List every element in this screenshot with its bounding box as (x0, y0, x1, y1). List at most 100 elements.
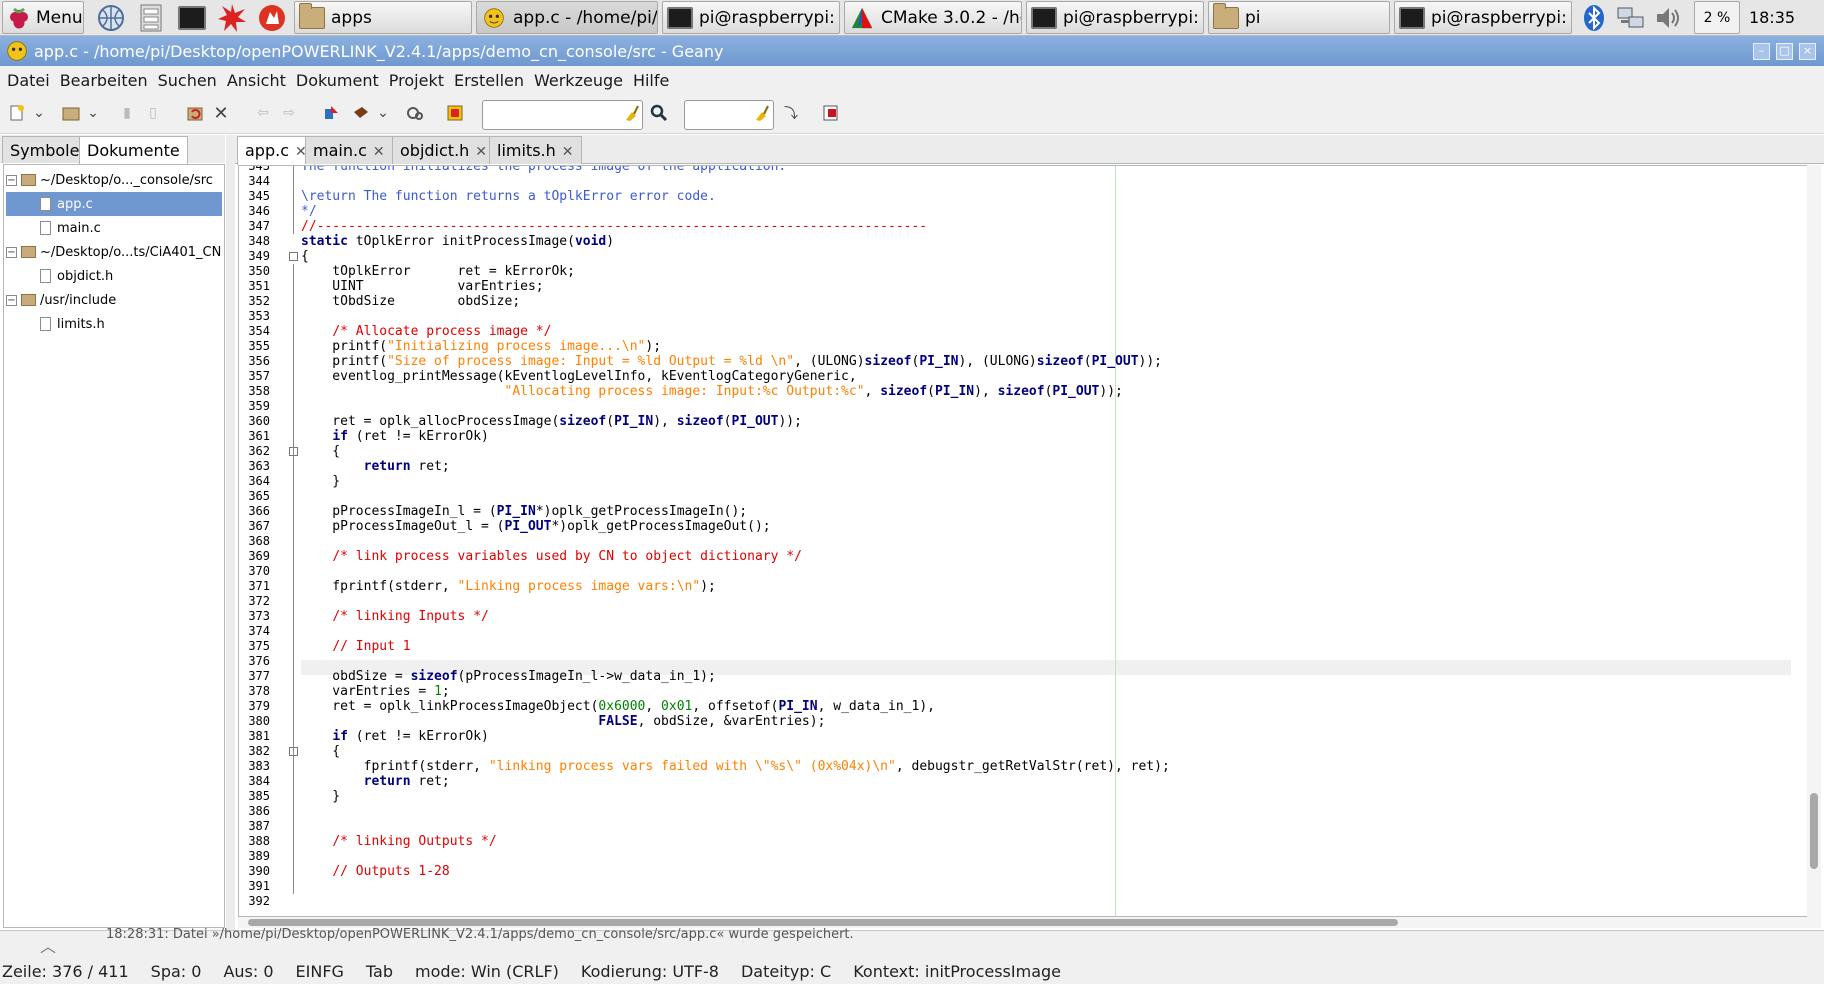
scrollbar-thumb[interactable] (1810, 793, 1818, 869)
clear-search-button[interactable] (620, 102, 642, 124)
code-line: { (301, 444, 340, 459)
forward-button[interactable]: ⇨ (278, 102, 300, 124)
burst-launcher[interactable] (214, 2, 250, 33)
new-file-button[interactable] (6, 102, 28, 124)
code-token: ) (606, 234, 615, 249)
save-all-button[interactable]: ▯ (142, 102, 164, 124)
menu-button[interactable]: Menu (2, 1, 84, 34)
sidebar-tabs: Symbole Dokumente (0, 135, 225, 164)
doc-tab[interactable]: objdict.h ✕ (392, 136, 496, 164)
code-editor[interactable]: 343 344 345 346 347 348 349 350 351 352 353 354 355 3… (238, 165, 1821, 917)
network-tray[interactable] (1614, 2, 1648, 33)
taskbar-item-geany[interactable]: app.c - /home/pi/D... (476, 1, 658, 34)
open-file-button[interactable] (60, 102, 82, 124)
menu-bearbeiten[interactable]: Bearbeiten (60, 71, 148, 90)
clock[interactable]: 18:35 (1744, 2, 1800, 33)
tree-file[interactable]: main.c (6, 216, 222, 240)
menu-erstellen[interactable]: Erstellen (454, 71, 524, 90)
bluetooth-tray[interactable] (1580, 2, 1608, 33)
pane-splitter[interactable] (226, 135, 235, 930)
close-file-button[interactable]: ✕ (210, 102, 232, 124)
code-line: UINT varEntries; (301, 279, 543, 294)
build-dropdown[interactable]: ⌄ (376, 102, 390, 124)
tab-dokumente[interactable]: Dokumente (79, 136, 188, 164)
code-token: obdSize = (301, 669, 411, 684)
taskbar-item-terminal-1[interactable]: pi@raspberrypi: ~/... (662, 1, 840, 34)
compile-button[interactable] (320, 102, 342, 124)
menu-werkzeuge[interactable]: Werkzeuge (534, 71, 623, 90)
line-number: 352 (248, 294, 270, 308)
taskbar-item-apps[interactable]: apps (294, 1, 472, 34)
code-token: "Allocating process image: Input:%c Outp… (504, 384, 865, 399)
code-token: , obdSize, &varEntries); (637, 714, 826, 729)
collapse-icon[interactable]: − (6, 246, 17, 258)
line-number: 377 (248, 669, 270, 683)
line-number: 362 (248, 444, 270, 458)
maximize-button[interactable]: □ (1776, 43, 1793, 60)
close-tab-icon[interactable]: ✕ (562, 144, 574, 160)
collapse-icon[interactable]: − (6, 174, 17, 186)
close-tab-icon[interactable]: ✕ (373, 144, 385, 160)
tree-folder[interactable]: − ~/Desktop/o..._console/src (6, 168, 222, 192)
line-number: 343 (248, 165, 270, 173)
collapse-icon[interactable]: − (6, 294, 17, 306)
tree-folder[interactable]: − ~/Desktop/o...ts/CiA401_CN (6, 240, 222, 264)
doc-tab[interactable]: main.c ✕ (305, 136, 393, 164)
code-token: *)oplk_getProcessImageIn(); (535, 504, 748, 519)
goto-line-button[interactable]: ⤵ (780, 102, 802, 124)
menu-hilfe[interactable]: Hilfe (633, 71, 669, 90)
menu-ansicht[interactable]: Ansicht (227, 71, 286, 90)
build-button[interactable] (350, 102, 372, 124)
tree-file[interactable]: app.c (6, 192, 222, 216)
close-tab-icon[interactable]: ✕ (475, 144, 487, 160)
window-titlebar[interactable]: app.c - /home/pi/Desktop/openPOWERLINK_V… (0, 36, 1824, 66)
taskbar-item-pi[interactable]: pi (1208, 1, 1390, 34)
execute-button[interactable] (404, 102, 426, 124)
folder-open-icon (62, 107, 80, 121)
code-token: sizeof (410, 669, 458, 684)
chevron-down-icon: ⌄ (87, 105, 99, 121)
tree-file[interactable]: objdict.h (6, 264, 222, 288)
chevron-up-icon[interactable]: ︿ (40, 933, 56, 957)
close-button[interactable]: × (1799, 43, 1816, 60)
search-button[interactable] (648, 102, 670, 124)
status-encoding: Kodierung: UTF-8 (580, 961, 719, 981)
new-file-dropdown[interactable]: ⌄ (32, 102, 46, 124)
clear-goto-button[interactable] (750, 102, 772, 124)
line-number: 368 (248, 534, 270, 548)
doc-tab[interactable]: app.c ✕ (237, 136, 315, 165)
menu-projekt[interactable]: Projekt (389, 71, 444, 90)
code-token: The function initializes the process ima… (301, 165, 787, 174)
web-browser-launcher[interactable] (94, 2, 128, 33)
fold-marker[interactable] (289, 252, 298, 261)
open-file-dropdown[interactable]: ⌄ (86, 102, 100, 124)
line-number: 385 (248, 789, 270, 803)
scrollbar-thumb[interactable] (248, 919, 1398, 926)
color-chooser-button[interactable] (444, 102, 466, 124)
taskbar-item-cmake[interactable]: CMake 3.0.2 - /ho... (844, 1, 1022, 34)
taskbar-item-terminal-3[interactable]: pi@raspberrypi: ~ (1394, 1, 1572, 34)
tree-folder[interactable]: − /usr/include (6, 288, 222, 312)
terminal-launcher[interactable] (174, 2, 210, 33)
taskbar-item-terminal-2[interactable]: pi@raspberrypi: ~/... (1026, 1, 1204, 34)
vertical-scrollbar[interactable] (1807, 165, 1821, 917)
doc-tab[interactable]: limits.h ✕ (489, 136, 582, 164)
quit-button[interactable] (820, 102, 842, 124)
line-number: 364 (248, 474, 270, 488)
file-manager-launcher[interactable] (134, 2, 168, 33)
menu-dokument[interactable]: Dokument (296, 71, 379, 90)
menu-datei[interactable]: Datei (7, 71, 50, 90)
minimize-button[interactable]: – (1753, 43, 1770, 60)
save-button[interactable]: ▮ (116, 102, 138, 124)
wolfram-launcher[interactable] (254, 2, 290, 33)
menu-suchen[interactable]: Suchen (158, 71, 217, 90)
search-input[interactable] (482, 100, 643, 130)
reload-button[interactable] (184, 102, 206, 124)
back-button[interactable]: ⇦ (252, 102, 274, 124)
code-token: ( (927, 384, 935, 399)
volume-tray[interactable] (1652, 2, 1686, 33)
doc-tab-label: limits.h (497, 141, 556, 160)
tree-file[interactable]: limits.h (6, 312, 222, 336)
tab-symbole[interactable]: Symbole (2, 136, 88, 163)
